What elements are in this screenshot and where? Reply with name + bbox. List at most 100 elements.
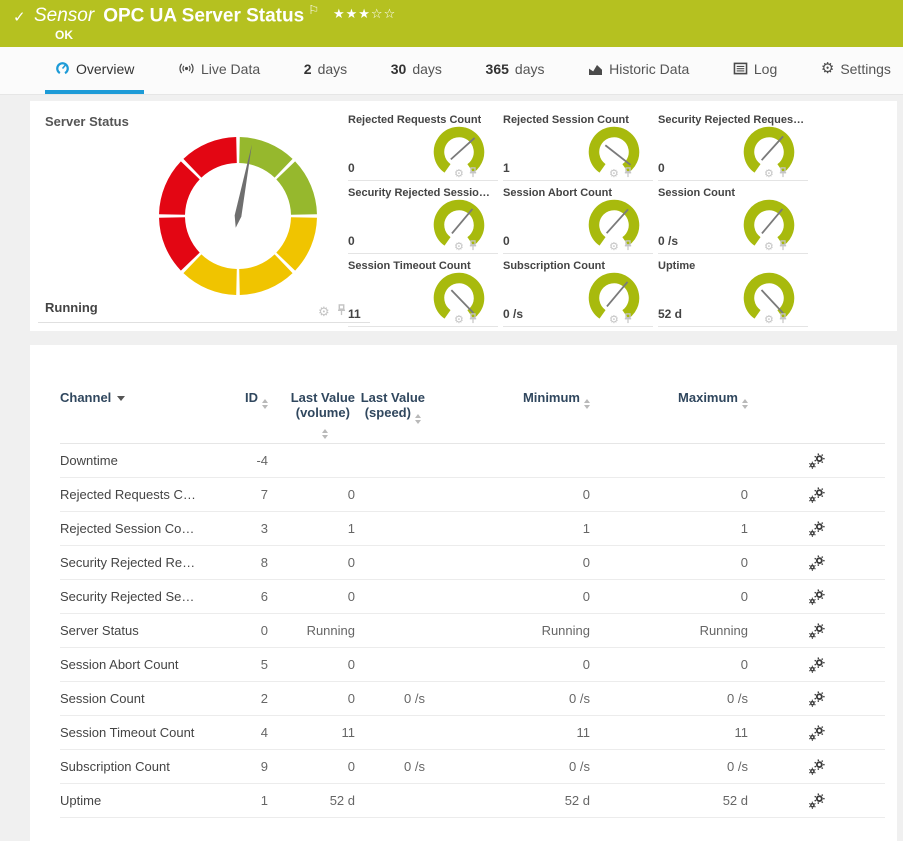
channel-settings-button[interactable] — [809, 521, 825, 537]
cell-minimum: 0 — [425, 589, 590, 604]
mini-gauge-actions: ⚙ — [454, 240, 478, 254]
pin-icon[interactable] — [468, 167, 478, 181]
divider — [38, 322, 370, 323]
pin-icon[interactable] — [623, 240, 633, 254]
divider — [503, 253, 653, 254]
tab-log[interactable]: Log — [723, 47, 787, 94]
channel-settings-gears-icon — [809, 589, 825, 605]
cell-actions — [748, 793, 885, 809]
channel-settings-gears-icon — [809, 691, 825, 707]
gear-icon[interactable]: ⚙ — [764, 242, 774, 253]
table-row: Uptime152 d52 d52 d — [60, 784, 885, 818]
channel-settings-gears-icon — [809, 453, 825, 469]
channel-settings-gears-icon — [809, 793, 825, 809]
gear-icon[interactable]: ⚙ — [764, 315, 774, 326]
column-label-block: Last Value(speed) — [361, 390, 425, 424]
tab-prefix: 30 — [391, 61, 407, 77]
cell-id: 0 — [205, 623, 268, 638]
channel-settings-button[interactable] — [809, 453, 825, 469]
cell-actions — [748, 759, 885, 775]
star-rating[interactable]: ★★★☆☆ — [333, 6, 396, 21]
gear-icon[interactable]: ⚙ — [609, 242, 619, 253]
cell-maximum: 1 — [590, 521, 748, 536]
gear-icon[interactable]: ⚙ — [454, 242, 464, 253]
column-header-channel[interactable]: Channel — [60, 390, 205, 439]
column-header-minimum[interactable]: Minimum — [425, 390, 590, 439]
pin-icon[interactable] — [468, 240, 478, 254]
tab-overview[interactable]: Overview — [45, 47, 144, 94]
gear-icon[interactable]: ⚙ — [318, 305, 330, 318]
cell-actions — [748, 657, 885, 673]
mini-gauge-grid: Rejected Requests Count0⚙Rejected Sessio… — [348, 114, 813, 333]
main-gauge-actions: ⚙ — [318, 304, 347, 318]
channel-settings-button[interactable] — [809, 623, 825, 639]
column-header-id[interactable]: ID — [205, 390, 268, 439]
tab-live-data[interactable]: Live Data — [168, 47, 270, 94]
column-header-actions — [748, 390, 885, 439]
tab-2-days[interactable]: 2 days — [294, 47, 357, 94]
table-row: Security Rejected Sessi...6000 — [60, 580, 885, 614]
mini-gauge-actions: ⚙ — [764, 240, 788, 254]
cell-id: 8 — [205, 555, 268, 570]
table-row: Rejected Requests Count7000 — [60, 478, 885, 512]
cell-channel: Security Rejected Requ... — [60, 555, 205, 570]
pin-icon[interactable] — [778, 240, 788, 254]
tab-label: days — [318, 61, 348, 77]
channel-settings-button[interactable] — [809, 487, 825, 503]
column-header-last_volume[interactable]: Last Value(volume) — [268, 390, 355, 439]
gear-icon[interactable]: ⚙ — [764, 169, 774, 180]
flag-icon[interactable]: ⚐ — [308, 3, 319, 17]
channel-settings-button[interactable] — [809, 725, 825, 741]
gear-icon[interactable]: ⚙ — [609, 169, 619, 180]
channel-settings-button[interactable] — [809, 759, 825, 775]
pin-icon[interactable] — [623, 313, 633, 327]
tab-settings[interactable]: ⚙Settings — [811, 47, 901, 94]
tab-365-days[interactable]: 365days — [476, 47, 555, 94]
cell-channel: Session Count — [60, 691, 205, 706]
cell-channel: Rejected Requests Count — [60, 487, 205, 502]
channel-settings-button[interactable] — [809, 691, 825, 707]
pin-icon[interactable] — [778, 313, 788, 327]
cell-channel: Server Status — [60, 623, 205, 638]
table-row: Downtime-4 — [60, 444, 885, 478]
mini-gauge: Rejected Session Count1⚙ — [503, 114, 658, 187]
channel-settings-button[interactable] — [809, 793, 825, 809]
gear-icon[interactable]: ⚙ — [609, 315, 619, 326]
cell-last-value-speed: 0 /s — [355, 691, 425, 706]
cell-maximum: 11 — [590, 725, 748, 740]
mini-gauge-label: Uptime — [658, 260, 695, 272]
sensor-label: Sensor — [34, 5, 94, 26]
divider — [658, 253, 808, 254]
gear-icon[interactable]: ⚙ — [454, 169, 464, 180]
gauge-icon — [55, 61, 70, 76]
broadcast-icon — [178, 62, 195, 75]
mini-gauge-value: 0 — [348, 234, 355, 248]
log-icon — [733, 62, 748, 75]
cell-minimum: 0 /s — [425, 691, 590, 706]
cell-last-value-speed: 0 /s — [355, 759, 425, 774]
mini-gauge-actions: ⚙ — [609, 313, 633, 327]
channel-settings-button[interactable] — [809, 555, 825, 571]
mini-gauge-actions: ⚙ — [764, 313, 788, 327]
cell-actions — [748, 521, 885, 537]
pin-icon[interactable] — [778, 167, 788, 181]
pin-icon[interactable] — [336, 304, 347, 318]
column-header-last_speed[interactable]: Last Value(speed) — [355, 390, 425, 439]
sensor-title: OPC UA Server Status — [103, 5, 304, 26]
tab-30-days[interactable]: 30days — [381, 47, 452, 94]
column-header-maximum[interactable]: Maximum — [590, 390, 748, 439]
channel-settings-gears-icon — [809, 725, 825, 741]
pin-icon[interactable] — [468, 313, 478, 327]
gear-icon[interactable]: ⚙ — [454, 315, 464, 326]
cell-channel: Uptime — [60, 793, 205, 808]
divider — [658, 326, 808, 327]
channel-settings-button[interactable] — [809, 657, 825, 673]
check-icon: ✓ — [13, 8, 26, 26]
tab-label: Live Data — [201, 61, 260, 77]
tab-historic-data[interactable]: Historic Data — [578, 47, 699, 94]
star-empty-icon: ☆ — [371, 6, 384, 21]
tab-prefix: 2 — [304, 61, 312, 77]
mini-gauge-actions: ⚙ — [454, 313, 478, 327]
pin-icon[interactable] — [623, 167, 633, 181]
channel-settings-button[interactable] — [809, 589, 825, 605]
